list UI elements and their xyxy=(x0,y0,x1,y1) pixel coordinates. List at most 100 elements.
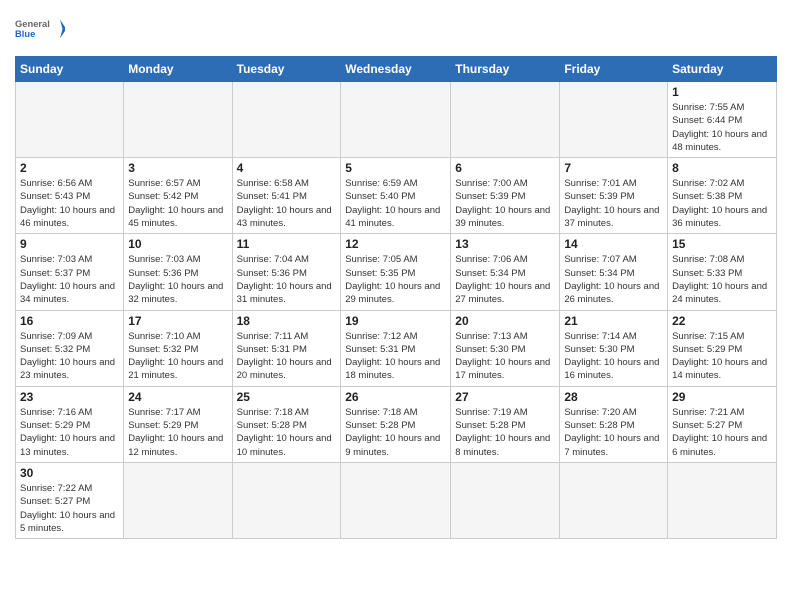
calendar-day-cell xyxy=(341,82,451,158)
day-info: Sunrise: 7:22 AM Sunset: 5:27 PM Dayligh… xyxy=(20,482,119,535)
calendar-day-cell: 10Sunrise: 7:03 AM Sunset: 5:36 PM Dayli… xyxy=(124,234,232,310)
calendar-day-cell xyxy=(124,462,232,538)
calendar-day-cell: 17 Sunrise: 7:10 AM Sunset: 5:32 PM Dayli… xyxy=(124,310,232,386)
day-number: 9 xyxy=(20,237,119,251)
calendar-day-cell xyxy=(560,82,668,158)
day-info: Sunrise: 7:07 AM Sunset: 5:34 PM Dayligh… xyxy=(564,253,663,306)
day-number: 8 xyxy=(672,161,772,175)
day-info: Sunrise: 7:16 AM Sunset: 5:29 PM Dayligh… xyxy=(20,406,119,459)
day-number: 12 xyxy=(345,237,446,251)
day-info: Sunrise: 7:18 AM Sunset: 5:28 PM Dayligh… xyxy=(345,406,446,459)
day-info: Sunrise: 7:04 AM Sunset: 5:36 PM Dayligh… xyxy=(237,253,337,306)
calendar-week-row: 2Sunrise: 6:56 AM Sunset: 5:43 PM Daylig… xyxy=(16,158,777,234)
calendar-day-cell: 11 Sunrise: 7:04 AM Sunset: 5:36 PM Dayli… xyxy=(232,234,341,310)
day-number: 18 xyxy=(237,314,337,328)
day-info: Sunrise: 7:00 AM Sunset: 5:39 PM Dayligh… xyxy=(455,177,555,230)
day-number: 5 xyxy=(345,161,446,175)
svg-text:General: General xyxy=(15,19,50,29)
day-info: Sunrise: 7:14 AM Sunset: 5:30 PM Dayligh… xyxy=(564,330,663,383)
day-number: 4 xyxy=(237,161,337,175)
calendar-header-row: SundayMondayTuesdayWednesdayThursdayFrid… xyxy=(16,57,777,82)
calendar-day-cell: 16 Sunrise: 7:09 AM Sunset: 5:32 PM Dayli… xyxy=(16,310,124,386)
day-info: Sunrise: 7:06 AM Sunset: 5:34 PM Dayligh… xyxy=(455,253,555,306)
day-number: 11 xyxy=(237,237,337,251)
calendar-day-cell xyxy=(341,462,451,538)
calendar-day-cell: 28Sunrise: 7:20 AM Sunset: 5:28 PM Dayli… xyxy=(560,386,668,462)
calendar-week-row: 30Sunrise: 7:22 AM Sunset: 5:27 PM Dayli… xyxy=(16,462,777,538)
calendar-day-header: Monday xyxy=(124,57,232,82)
day-number: 6 xyxy=(455,161,555,175)
calendar-day-cell: 14 Sunrise: 7:07 AM Sunset: 5:34 PM Dayli… xyxy=(560,234,668,310)
calendar-day-cell: 7 Sunrise: 7:01 AM Sunset: 5:39 PM Daylig… xyxy=(560,158,668,234)
day-info: Sunrise: 6:56 AM Sunset: 5:43 PM Dayligh… xyxy=(20,177,119,230)
day-number: 19 xyxy=(345,314,446,328)
day-number: 29 xyxy=(672,390,772,404)
day-number: 14 xyxy=(564,237,663,251)
page: General Blue SundayMondayTuesdayWednesda… xyxy=(0,0,792,612)
day-number: 7 xyxy=(564,161,663,175)
calendar-day-cell: 26Sunrise: 7:18 AM Sunset: 5:28 PM Dayli… xyxy=(341,386,451,462)
day-number: 24 xyxy=(128,390,227,404)
calendar-day-header: Saturday xyxy=(668,57,777,82)
calendar-day-cell: 24Sunrise: 7:17 AM Sunset: 5:29 PM Dayli… xyxy=(124,386,232,462)
calendar-day-cell: 8 Sunrise: 7:02 AM Sunset: 5:38 PM Daylig… xyxy=(668,158,777,234)
calendar-day-cell: 12 Sunrise: 7:05 AM Sunset: 5:35 PM Dayli… xyxy=(341,234,451,310)
calendar-day-cell xyxy=(451,82,560,158)
calendar-day-cell: 4 Sunrise: 6:58 AM Sunset: 5:41 PM Daylig… xyxy=(232,158,341,234)
day-number: 16 xyxy=(20,314,119,328)
day-number: 15 xyxy=(672,237,772,251)
calendar-day-cell: 2Sunrise: 6:56 AM Sunset: 5:43 PM Daylig… xyxy=(16,158,124,234)
day-number: 21 xyxy=(564,314,663,328)
calendar-day-cell: 30Sunrise: 7:22 AM Sunset: 5:27 PM Dayli… xyxy=(16,462,124,538)
calendar-day-cell: 1 Sunrise: 7:55 AM Sunset: 6:44 PM Daylig… xyxy=(668,82,777,158)
calendar-day-cell: 3 Sunrise: 6:57 AM Sunset: 5:42 PM Daylig… xyxy=(124,158,232,234)
calendar-day-cell: 6 Sunrise: 7:00 AM Sunset: 5:39 PM Daylig… xyxy=(451,158,560,234)
calendar-day-header: Wednesday xyxy=(341,57,451,82)
day-info: Sunrise: 7:19 AM Sunset: 5:28 PM Dayligh… xyxy=(455,406,555,459)
day-info: Sunrise: 7:03 AM Sunset: 5:37 PM Dayligh… xyxy=(20,253,119,306)
day-number: 10 xyxy=(128,237,227,251)
calendar-day-cell: 25Sunrise: 7:18 AM Sunset: 5:28 PM Dayli… xyxy=(232,386,341,462)
day-info: Sunrise: 7:21 AM Sunset: 5:27 PM Dayligh… xyxy=(672,406,772,459)
day-info: Sunrise: 7:01 AM Sunset: 5:39 PM Dayligh… xyxy=(564,177,663,230)
day-info: Sunrise: 7:10 AM Sunset: 5:32 PM Dayligh… xyxy=(128,330,227,383)
day-info: Sunrise: 7:02 AM Sunset: 5:38 PM Dayligh… xyxy=(672,177,772,230)
calendar-week-row: 23 Sunrise: 7:16 AM Sunset: 5:29 PM Dayli… xyxy=(16,386,777,462)
day-info: Sunrise: 7:20 AM Sunset: 5:28 PM Dayligh… xyxy=(564,406,663,459)
calendar-day-header: Sunday xyxy=(16,57,124,82)
day-number: 23 xyxy=(20,390,119,404)
day-info: Sunrise: 7:13 AM Sunset: 5:30 PM Dayligh… xyxy=(455,330,555,383)
svg-text:Blue: Blue xyxy=(15,29,35,39)
calendar-day-cell: 22Sunrise: 7:15 AM Sunset: 5:29 PM Dayli… xyxy=(668,310,777,386)
calendar-day-cell xyxy=(668,462,777,538)
calendar-day-cell: 23 Sunrise: 7:16 AM Sunset: 5:29 PM Dayli… xyxy=(16,386,124,462)
calendar-day-cell: 13Sunrise: 7:06 AM Sunset: 5:34 PM Dayli… xyxy=(451,234,560,310)
day-info: Sunrise: 7:55 AM Sunset: 6:44 PM Dayligh… xyxy=(672,101,772,154)
calendar-day-cell xyxy=(232,462,341,538)
logo-svg: General Blue xyxy=(15,10,65,48)
day-info: Sunrise: 6:58 AM Sunset: 5:41 PM Dayligh… xyxy=(237,177,337,230)
calendar-day-cell: 15Sunrise: 7:08 AM Sunset: 5:33 PM Dayli… xyxy=(668,234,777,310)
calendar-day-cell: 18 Sunrise: 7:11 AM Sunset: 5:31 PM Dayli… xyxy=(232,310,341,386)
day-info: Sunrise: 7:11 AM Sunset: 5:31 PM Dayligh… xyxy=(237,330,337,383)
header: General Blue xyxy=(15,10,777,48)
calendar-day-cell xyxy=(451,462,560,538)
day-number: 1 xyxy=(672,85,772,99)
day-info: Sunrise: 7:05 AM Sunset: 5:35 PM Dayligh… xyxy=(345,253,446,306)
day-number: 3 xyxy=(128,161,227,175)
calendar-day-cell xyxy=(16,82,124,158)
calendar-day-header: Tuesday xyxy=(232,57,341,82)
calendar-week-row: 16 Sunrise: 7:09 AM Sunset: 5:32 PM Dayli… xyxy=(16,310,777,386)
day-info: Sunrise: 6:57 AM Sunset: 5:42 PM Dayligh… xyxy=(128,177,227,230)
day-info: Sunrise: 7:18 AM Sunset: 5:28 PM Dayligh… xyxy=(237,406,337,459)
day-number: 20 xyxy=(455,314,555,328)
calendar-day-cell xyxy=(232,82,341,158)
calendar-day-cell xyxy=(124,82,232,158)
calendar-day-cell: 19Sunrise: 7:12 AM Sunset: 5:31 PM Dayli… xyxy=(341,310,451,386)
day-number: 17 xyxy=(128,314,227,328)
calendar-day-header: Friday xyxy=(560,57,668,82)
day-info: Sunrise: 7:09 AM Sunset: 5:32 PM Dayligh… xyxy=(20,330,119,383)
calendar-day-cell: 21 Sunrise: 7:14 AM Sunset: 5:30 PM Dayli… xyxy=(560,310,668,386)
day-number: 22 xyxy=(672,314,772,328)
calendar-day-cell: 27Sunrise: 7:19 AM Sunset: 5:28 PM Dayli… xyxy=(451,386,560,462)
